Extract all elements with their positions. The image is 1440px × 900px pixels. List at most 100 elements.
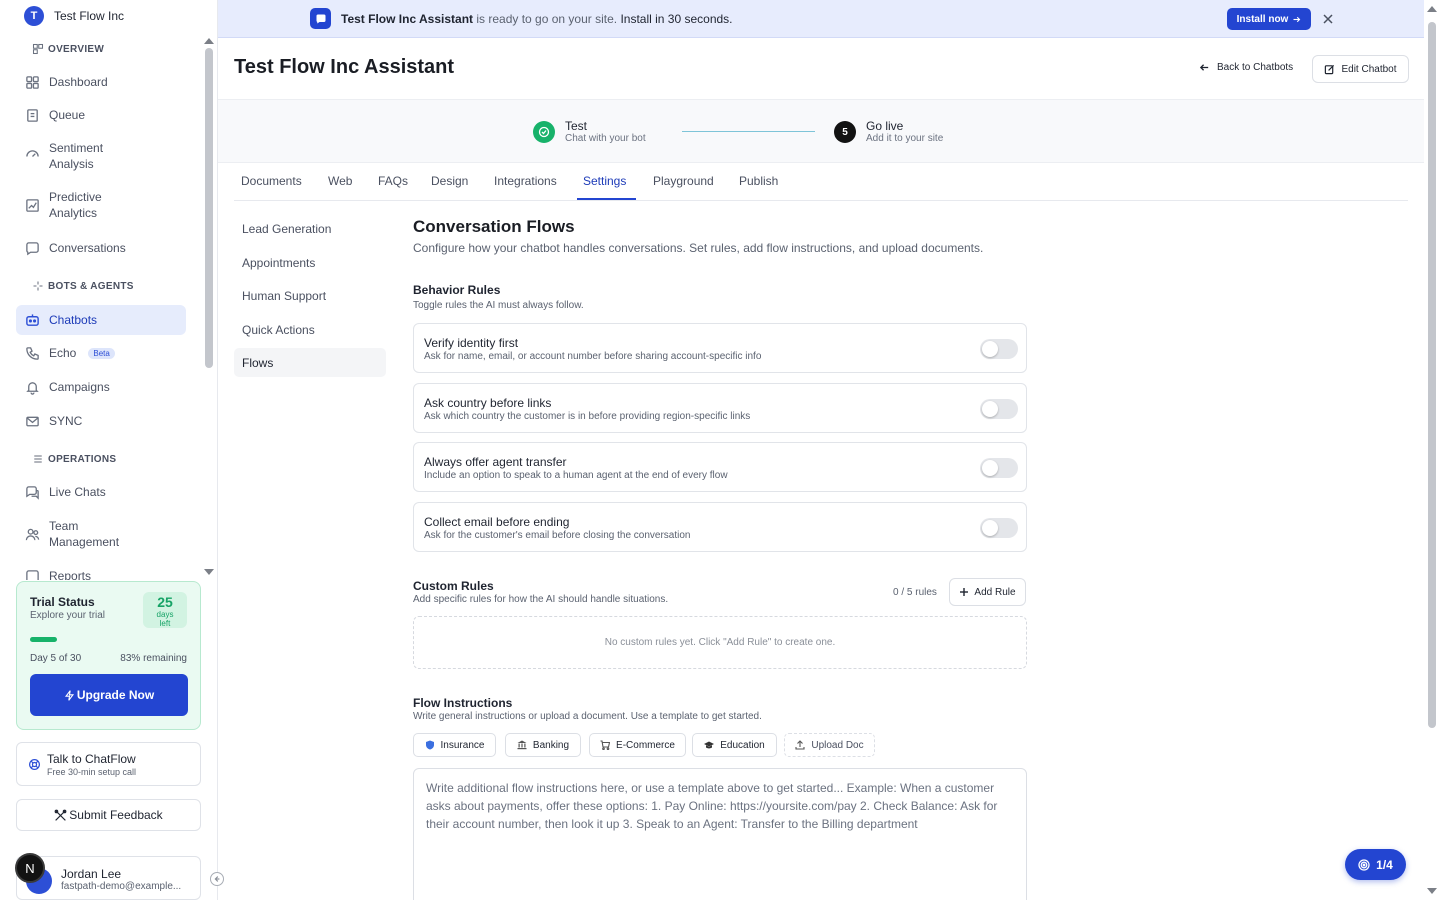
add-rule-button[interactable]: Add Rule <box>949 578 1026 606</box>
dashboard-icon <box>26 75 39 89</box>
trial-title: Trial Status <box>30 595 95 609</box>
scroll-down-arrow[interactable] <box>204 569 214 575</box>
rule-description: Ask for the customer's email before clos… <box>424 530 691 541</box>
lightning-icon <box>64 689 74 701</box>
edit-chatbot-button[interactable]: Edit Chatbot <box>1312 55 1409 83</box>
banner-message: Test Flow Inc Assistant is ready to go o… <box>341 12 733 26</box>
scroll-up-arrow[interactable] <box>1427 6 1437 12</box>
sidebar-item-sync[interactable]: SYNC <box>16 413 186 429</box>
section-operations-label: OPERATIONS <box>48 453 117 465</box>
sidebar-item-echo[interactable]: Echo Beta <box>16 345 186 361</box>
sidebar-item-sentiment-analysis[interactable]: Sentiment Analysis <box>16 140 186 172</box>
sidebar-item-campaigns[interactable]: Campaigns <box>16 379 186 395</box>
add-rule-label: Add Rule <box>974 586 1016 598</box>
sidebar-item-live-chats[interactable]: Live Chats <box>16 484 186 500</box>
flow-instructions-textarea[interactable]: Write additional flow instructions here,… <box>413 768 1027 900</box>
days-left-label-1: days <box>156 610 174 619</box>
onboarding-progress-button[interactable]: 1/4 <box>1345 849 1406 880</box>
rule-toggle[interactable] <box>980 518 1018 538</box>
rule-description: Ask for name, email, or account number b… <box>424 351 762 362</box>
sidebar-scrollbar[interactable] <box>203 34 215 579</box>
trial-remaining: 83% remaining <box>120 653 187 664</box>
sidebar-item-predictive-analytics[interactable]: Predictive Analytics <box>16 189 186 221</box>
sidebar-item-chatbots[interactable]: Chatbots <box>16 305 186 335</box>
user-name: Jordan Lee <box>61 867 122 881</box>
upgrade-button[interactable]: Upgrade Now <box>30 674 188 716</box>
template-insurance-button[interactable]: Insurance <box>413 733 496 757</box>
scroll-up-arrow[interactable] <box>204 38 214 44</box>
trial-day-progress: Day 5 of 30 <box>30 653 82 664</box>
days-left-label-2: left <box>159 619 171 628</box>
sidebar-item-label: Echo <box>49 346 77 360</box>
step-test-title[interactable]: Test <box>565 119 587 133</box>
edit-icon <box>1325 64 1335 74</box>
setup-stepper: Test Chat with your bot 5 Go live Add it… <box>218 99 1424 163</box>
sidebar-item-conversations[interactable]: Conversations <box>16 240 186 256</box>
upload-doc-button[interactable]: Upload Doc <box>784 733 875 757</box>
banner-cta-text: Install in 30 seconds. <box>620 12 733 26</box>
tab-faqs[interactable]: FAQs <box>378 174 408 188</box>
org-logo: T <box>24 6 44 26</box>
sparkle-icon <box>33 281 43 291</box>
sidebar-item-dashboard[interactable]: Dashboard <box>16 74 186 90</box>
tab-integrations[interactable]: Integrations <box>494 174 557 188</box>
check-circle-icon <box>538 126 550 138</box>
template-education-button[interactable]: Education <box>692 733 777 757</box>
sidebar-item-label: Reports <box>49 569 92 580</box>
close-icon[interactable] <box>1321 12 1335 26</box>
template-ecommerce-button[interactable]: E-Commerce <box>589 733 686 757</box>
sidebar-nav: OVERVIEW Dashboard Queue Sentiment Analys… <box>0 34 200 580</box>
tab-playground[interactable]: Playground <box>653 174 714 188</box>
submit-feedback-button[interactable]: Submit Feedback <box>16 799 201 831</box>
tab-web[interactable]: Web <box>328 174 352 188</box>
cart-icon <box>600 740 611 750</box>
rule-description: Include an option to speak to a human ag… <box>424 470 728 481</box>
collapse-sidebar-button[interactable] <box>210 872 224 886</box>
user-email: fastpath-demo@example... <box>61 881 182 892</box>
tab-design[interactable]: Design <box>431 174 468 188</box>
section-bots-agents: BOTS & AGENTS <box>32 280 134 292</box>
sidebar-item-label: SYNC <box>49 414 83 428</box>
sidebar-item-team-management[interactable]: Team Management <box>16 518 186 550</box>
talk-to-chatflow-card[interactable]: Talk to ChatFlow Free 30-min setup call <box>16 742 201 786</box>
section-operations: OPERATIONS <box>32 453 116 465</box>
sidebar-item-label: Queue <box>49 108 86 122</box>
sidebar-item-queue[interactable]: Queue <box>16 107 186 123</box>
page-title: Test Flow Inc Assistant <box>234 56 455 78</box>
install-now-button[interactable]: Install now <box>1227 8 1311 30</box>
subnav-appointments[interactable]: Appointments <box>234 248 386 277</box>
page-scrollbar[interactable] <box>1424 0 1440 900</box>
label-line-1: Sentiment <box>49 141 104 155</box>
back-to-chatbots-link[interactable]: Back to Chatbots <box>1199 62 1293 73</box>
subnav-quick-actions[interactable]: Quick Actions <box>234 315 386 344</box>
rule-toggle[interactable] <box>980 339 1018 359</box>
beta-badge: Beta <box>88 347 115 359</box>
overview-icon <box>32 43 44 55</box>
behavior-rules-title: Behavior Rules <box>413 283 501 297</box>
reports-icon <box>26 569 39 580</box>
sidebar-item-reports[interactable]: Reports <box>16 568 186 580</box>
rule-description: Ask which country the customer is in bef… <box>424 411 751 422</box>
chatbot-tabs: Documents Web FAQs Design Integrations S… <box>234 163 1408 201</box>
lifebuoy-icon <box>29 759 40 770</box>
tab-documents[interactable]: Documents <box>241 174 302 188</box>
trial-progress-bar <box>30 637 57 642</box>
tab-settings[interactable]: Settings <box>583 174 626 188</box>
step-go-live-title[interactable]: Go live <box>866 119 903 133</box>
tab-publish[interactable]: Publish <box>739 174 778 188</box>
template-banking-button[interactable]: Banking <box>505 733 581 757</box>
rule-toggle[interactable] <box>980 458 1018 478</box>
rule-toggle[interactable] <box>980 399 1018 419</box>
subnav-human-support[interactable]: Human Support <box>234 281 386 310</box>
scroll-down-arrow[interactable] <box>1427 888 1437 894</box>
sidebar-item-label: Conversations <box>49 241 126 255</box>
org-switcher[interactable]: T Test Flow Inc <box>24 6 124 26</box>
subnav-flows[interactable]: Flows <box>234 348 386 377</box>
notification-badge[interactable]: N <box>15 853 45 883</box>
sidebar-item-label: Campaigns <box>49 380 110 394</box>
plus-icon <box>960 588 969 596</box>
subnav-lead-generation[interactable]: Lead Generation <box>234 214 386 243</box>
scrollbar-thumb[interactable] <box>1428 22 1436 728</box>
bank-icon <box>517 740 527 750</box>
scrollbar-thumb[interactable] <box>205 48 213 368</box>
